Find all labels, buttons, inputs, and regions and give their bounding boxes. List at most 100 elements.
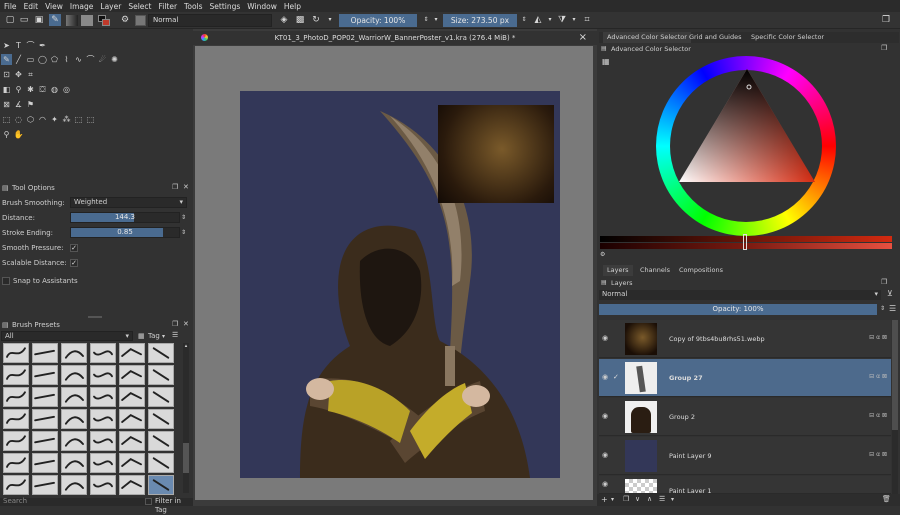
- distance-stepper-icon[interactable]: ⇕: [181, 213, 186, 222]
- polygon-select-icon[interactable]: ⬡: [25, 114, 36, 125]
- menu-edit[interactable]: Edit: [24, 2, 39, 11]
- float-panel-icon[interactable]: ❐: [881, 278, 887, 286]
- menu-filter[interactable]: Filter: [158, 2, 177, 11]
- close-icon[interactable]: ✕: [183, 320, 189, 328]
- brush-preset-tile[interactable]: [119, 387, 145, 407]
- brush-preset-tile[interactable]: [3, 431, 29, 451]
- color-strip-cursor[interactable]: [743, 234, 747, 250]
- color-picker-icon[interactable]: ⚲: [13, 84, 24, 95]
- brush-preset-tile[interactable]: [148, 365, 174, 385]
- size-stepper-icon[interactable]: ⇕: [518, 14, 530, 26]
- gradient-selector-icon[interactable]: [66, 15, 78, 26]
- brush-preset-tile[interactable]: [90, 365, 116, 385]
- scalable-distance-checkbox[interactable]: ✓: [70, 259, 78, 267]
- menu-help[interactable]: Help: [284, 2, 301, 11]
- measure-tool-icon[interactable]: ∡: [13, 99, 24, 110]
- search-input[interactable]: Search: [3, 497, 27, 506]
- move-tool-icon[interactable]: ✥: [13, 69, 24, 80]
- stroke-ending-slider[interactable]: 0.85: [70, 227, 180, 238]
- brush-preset-tile[interactable]: [90, 387, 116, 407]
- brush-preset-tile[interactable]: [61, 475, 87, 495]
- mirror-horizontal-icon[interactable]: ◭: [532, 14, 544, 26]
- preset-filter-dropdown[interactable]: All ▾: [1, 331, 133, 341]
- rectangle-tool-icon[interactable]: ▭: [25, 54, 36, 65]
- layers-scrollbar[interactable]: [892, 320, 898, 496]
- chevron-down-icon[interactable]: ▾: [611, 496, 614, 503]
- stroke-ending-stepper-icon[interactable]: ⇕: [181, 228, 186, 237]
- brush-preset-tile[interactable]: [90, 453, 116, 473]
- polygon-tool-icon[interactable]: ⬠: [49, 54, 60, 65]
- snap-assistants-checkbox[interactable]: [2, 277, 10, 285]
- float-panel-icon[interactable]: ❐: [172, 320, 178, 328]
- bezier-tool-icon[interactable]: ∿: [73, 54, 84, 65]
- ellipse-tool-icon[interactable]: ◯: [37, 54, 48, 65]
- wrap-around-icon[interactable]: ⌗: [581, 14, 593, 26]
- tab-channels[interactable]: Channels: [636, 265, 674, 276]
- freehand-path-icon[interactable]: ⌒: [85, 54, 96, 65]
- pattern-selector-icon[interactable]: [81, 15, 93, 26]
- magnetic-select-icon[interactable]: ⬚: [85, 114, 96, 125]
- brush-preset-tile[interactable]: [3, 475, 29, 495]
- properties-icon[interactable]: ☰: [659, 495, 665, 503]
- brush-preset-tile[interactable]: [119, 365, 145, 385]
- add-layer-icon[interactable]: +: [601, 495, 608, 504]
- mirror-vertical-icon[interactable]: ⧩: [556, 14, 568, 26]
- brush-preset-tile[interactable]: [148, 409, 174, 429]
- chevron-down-icon[interactable]: ▾: [324, 14, 336, 26]
- freehand-brush-icon[interactable]: ✎: [1, 54, 12, 65]
- reference-images-icon[interactable]: ⚑: [25, 99, 36, 110]
- multibrush-icon[interactable]: ✺: [109, 54, 120, 65]
- fill-tool-icon[interactable]: ⛋: [37, 84, 48, 95]
- menu-view[interactable]: View: [45, 2, 63, 11]
- brush-preset-tile[interactable]: [148, 431, 174, 451]
- delete-layer-icon[interactable]: 🗑: [882, 495, 891, 503]
- tag-icon[interactable]: ▦: [138, 332, 145, 341]
- brush-preset-tile[interactable]: [3, 387, 29, 407]
- layer-row-selected[interactable]: ◉ ✓ Group 27 ⊟ α ⊠: [599, 359, 891, 397]
- line-tool-icon[interactable]: ╱: [13, 54, 24, 65]
- brush-preset-tile[interactable]: [148, 343, 174, 363]
- opacity-field[interactable]: Opacity: 100%: [339, 14, 417, 27]
- brush-preset-tile[interactable]: [32, 365, 58, 385]
- restore-window-icon[interactable]: ❐: [880, 14, 892, 26]
- menu-image[interactable]: Image: [70, 2, 94, 11]
- chevron-down-icon[interactable]: ▾: [568, 14, 580, 26]
- size-field[interactable]: Size: 273.50 px: [443, 14, 517, 27]
- smooth-pressure-checkbox[interactable]: ✓: [70, 244, 78, 252]
- chevron-down-icon[interactable]: ▾: [162, 332, 165, 341]
- brush-preset-tile[interactable]: [119, 475, 145, 495]
- saturation-value-triangle[interactable]: [679, 69, 815, 187]
- checkmark-icon[interactable]: ✓: [613, 373, 619, 381]
- calligraphy-icon[interactable]: ✒: [37, 40, 48, 51]
- brush-preset-tile[interactable]: [32, 387, 58, 407]
- contiguous-select-icon[interactable]: ✦: [49, 114, 60, 125]
- menu-window[interactable]: Window: [247, 2, 277, 11]
- blend-mode-dropdown[interactable]: Normal: [148, 14, 272, 27]
- dynamic-brush-icon[interactable]: ☄: [97, 54, 108, 65]
- menu-icon[interactable]: ☰: [172, 331, 178, 340]
- brush-preset-tile[interactable]: [61, 409, 87, 429]
- save-icon[interactable]: ▣: [33, 14, 45, 26]
- opacity-stepper-icon[interactable]: ⇕: [880, 305, 885, 312]
- settings-icon[interactable]: ▦: [602, 57, 610, 66]
- brush-preset-tile[interactable]: [90, 475, 116, 495]
- tab-specific-color-selector[interactable]: Specific Color Selector: [747, 32, 828, 43]
- brush-scrollbar[interactable]: ▴: [183, 343, 189, 493]
- bezier-select-icon[interactable]: ⬚: [73, 114, 84, 125]
- pan-tool-icon[interactable]: ✋: [13, 129, 24, 140]
- tab-compositions[interactable]: Compositions: [675, 265, 727, 276]
- brush-preset-tile[interactable]: [148, 387, 174, 407]
- close-icon[interactable]: ✕: [183, 183, 189, 191]
- brush-preset-tile[interactable]: [3, 365, 29, 385]
- brush-preset-tile[interactable]: [90, 431, 116, 451]
- crop-tool-icon[interactable]: ⌗: [25, 69, 36, 80]
- menu-tools[interactable]: Tools: [184, 2, 202, 11]
- polyline-tool-icon[interactable]: ⌇: [61, 54, 72, 65]
- menu-select[interactable]: Select: [128, 2, 151, 11]
- select-shapes-icon[interactable]: ➤: [1, 40, 12, 51]
- chevron-down-icon[interactable]: ▾: [430, 14, 442, 26]
- brush-preset-tile[interactable]: [32, 475, 58, 495]
- eye-icon[interactable]: ◉: [602, 451, 608, 459]
- similar-select-icon[interactable]: ⁂: [61, 114, 72, 125]
- brush-preset-tile[interactable]: [3, 343, 29, 363]
